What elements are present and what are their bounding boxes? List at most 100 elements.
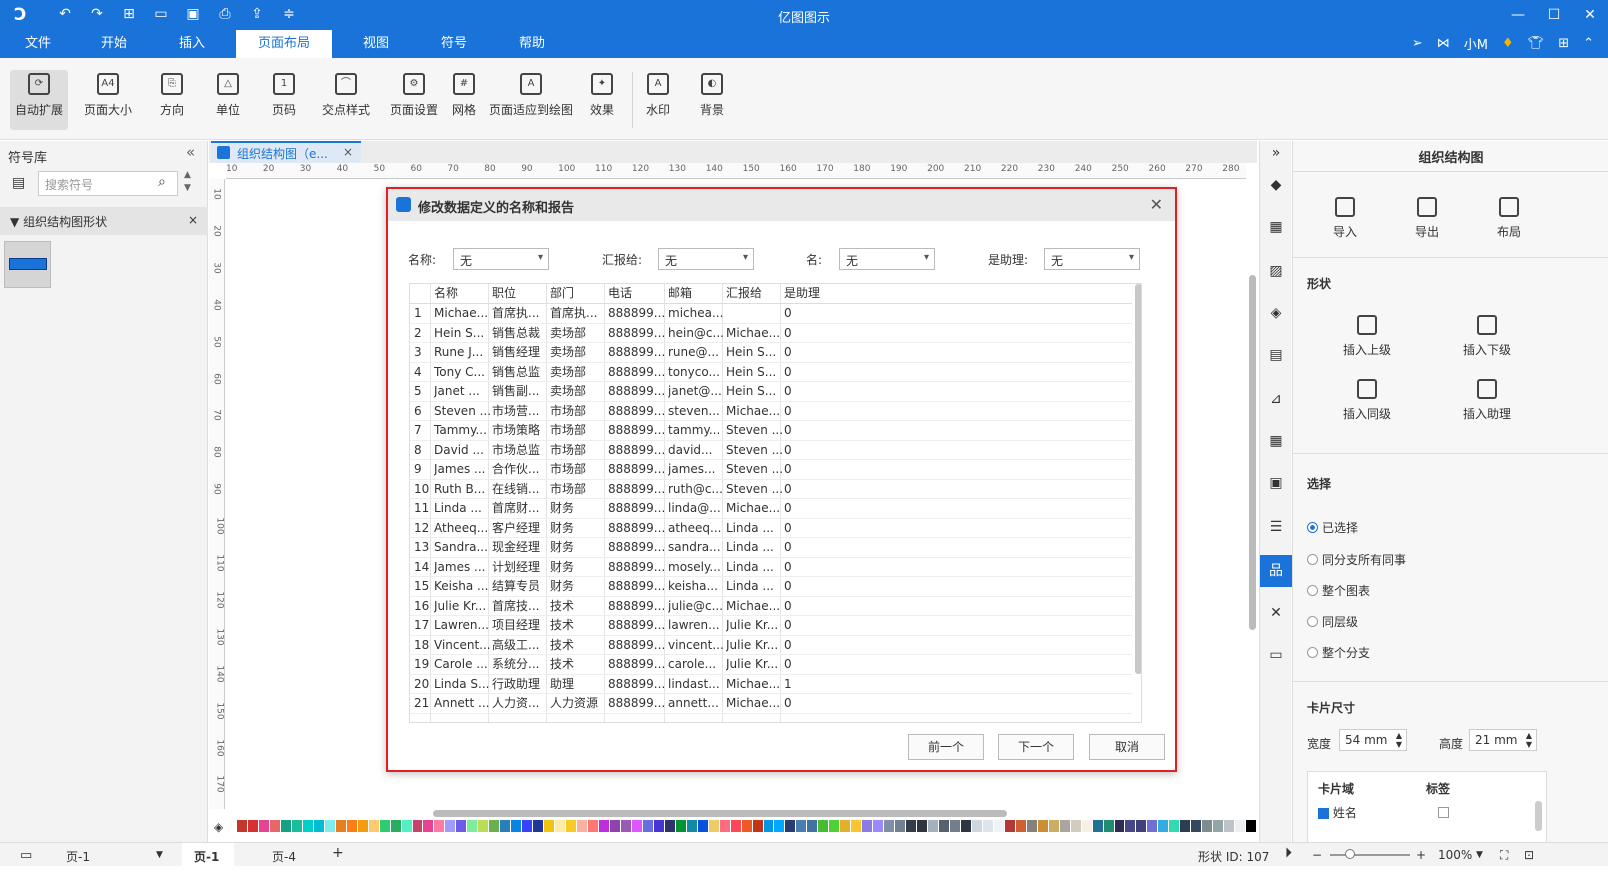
send-icon[interactable]: ➢ [1412,36,1423,51]
table-row[interactable]: 16 Julie Kr... 首席技... 技术 888899... julie@c...… [410,597,1132,616]
table-cell[interactable]: mosely... [668,558,724,577]
export-button[interactable]: 导出 [1387,197,1467,240]
page-view-icon[interactable]: ▭ [20,848,32,863]
table-cell[interactable]: Michae... [726,499,782,518]
column-header[interactable]: 汇报给 [726,284,782,303]
name-select[interactable]: 无 [453,248,549,270]
unit-button[interactable]: △ 单位 [206,70,250,130]
color-swatch[interactable] [884,820,895,832]
color-swatch[interactable] [434,820,445,832]
color-swatch[interactable] [730,820,741,832]
page-size-button[interactable]: A4 页面大小 [78,70,138,130]
zoom-out-icon[interactable]: − [1312,848,1322,862]
table-cell[interactable]: 888899... [608,538,664,557]
collapse-left-icon[interactable]: « [186,143,195,161]
table-cell[interactable]: atheeq... [668,519,724,538]
layout-button[interactable]: 布局 [1469,197,1549,240]
table-cell[interactable]: 888899... [608,382,664,401]
color-swatch[interactable] [939,820,949,832]
color-swatch[interactable] [1004,820,1015,832]
color-swatch[interactable] [598,820,609,832]
color-swatch[interactable] [1213,820,1224,832]
color-swatch[interactable] [741,820,752,832]
scroll-arrows-icon[interactable]: ▲ ▼ [184,169,191,195]
color-swatch[interactable] [1191,820,1202,832]
table-cell[interactable]: 20 [414,675,432,694]
table-row[interactable]: 20 Linda S... 行政助理 助理 888899... lindast... Mic… [410,675,1132,694]
table-row[interactable]: 3 Rune J... 销售经理 卖场部 888899... rune@... Hein S… [410,343,1132,363]
card-field-row[interactable]: 姓名 [1318,804,1357,821]
insert-peer-button[interactable]: 插入同级 [1327,379,1407,422]
table-cell[interactable]: 0 [784,499,824,518]
minimize-icon[interactable]: — [1500,0,1536,30]
table-cell[interactable]: 888899... [608,460,664,479]
table-cell[interactable]: 888899... [608,499,664,518]
table-cell[interactable]: Michae... [726,675,782,694]
color-swatch[interactable] [1169,820,1180,832]
table-cell[interactable]: 在线销... [492,480,548,499]
checkbox-checked[interactable] [1318,808,1329,819]
table-cell[interactable]: 888899... [608,441,664,460]
table-cell[interactable]: Julie Kr... [726,616,782,635]
page-tab-1[interactable]: 页-1 [182,843,234,867]
color-swatch[interactable] [620,820,631,832]
table-cell[interactable]: Michae... [726,324,782,343]
column-header[interactable]: 邮箱 [668,284,724,303]
color-swatch[interactable] [1015,820,1026,832]
table-cell[interactable]: 0 [784,441,824,460]
table-cell[interactable]: linda@... [668,499,724,518]
table-cell[interactable]: 4 [414,363,432,382]
color-swatch[interactable] [237,820,247,832]
table-cell[interactable]: 销售总监 [492,363,548,382]
color-swatch[interactable] [555,820,566,832]
table-cell[interactable]: 技术 [550,597,606,616]
color-swatch[interactable] [368,820,379,832]
table-row[interactable]: 9 James ... 合作伙... 市场部 888899... james... Stev… [410,460,1132,480]
image-icon[interactable]: ▨ [1266,263,1286,283]
table-cell[interactable]: 888899... [608,675,664,694]
grid-view-icon[interactable]: ▦ [1266,219,1286,239]
table-cell[interactable]: Hein S... [726,363,782,382]
color-swatch[interactable] [829,820,840,832]
table-cell[interactable]: lawren... [668,616,724,635]
library-section[interactable]: ▼ 组织结构图形状 × [0,207,208,235]
table-cell[interactable]: 系统分... [492,655,548,674]
color-swatch[interactable] [851,820,862,832]
color-swatch[interactable] [313,820,324,832]
color-swatch[interactable] [357,820,368,832]
table-cell[interactable]: 0 [784,538,824,557]
color-swatch[interactable] [280,820,291,832]
table-cell[interactable]: Steven ... [726,480,782,499]
table-cell[interactable]: 项目经理 [492,616,548,635]
column-header[interactable]: 是助理 [784,284,824,303]
color-swatch[interactable] [631,820,642,832]
chart-icon[interactable]: ⊿ [1266,391,1286,411]
table-cell[interactable]: sandra... [668,538,724,557]
table-cell[interactable]: 财务 [550,558,606,577]
table-cell[interactable]: rune@... [668,343,724,362]
library-menu-icon[interactable]: ▤ [12,175,25,191]
table-cell[interactable]: 0 [784,480,824,499]
table-cell[interactable]: Julie Kr... [726,655,782,674]
table-cell[interactable]: Hein S... [726,382,782,401]
table-cell[interactable]: 市场部 [550,441,606,460]
color-swatch[interactable] [697,820,708,832]
menu-page-layout[interactable]: 页面布局 [236,30,332,58]
table-cell[interactable]: 卖场部 [550,324,606,343]
table-cell[interactable]: tammy... [668,421,724,440]
table-cell[interactable]: Michae... [726,402,782,421]
collapse-ribbon-icon[interactable]: ⌃ [1583,36,1594,51]
table-row[interactable]: 7 Tammy... 市场策略 市场部 888899... tammy... Steven … [410,421,1132,441]
table-cell[interactable]: 首席财... [492,499,548,518]
table-cell[interactable]: 0 [784,460,824,479]
table-cell[interactable]: 高级工... [492,636,548,655]
table-cell[interactable]: James ... [434,460,490,479]
close-section-icon[interactable]: × [188,213,198,227]
table-row[interactable]: 4 Tony C... 销售总监 卖场部 888899... tonyco... Hein … [410,363,1132,382]
table-cell[interactable]: 财务 [550,577,606,596]
table-cell[interactable]: 888899... [608,480,664,499]
color-swatch[interactable] [445,820,456,832]
page-tab-4[interactable]: 页-4 [272,848,296,865]
color-swatch[interactable] [500,820,511,832]
table-cell[interactable]: 市场部 [550,421,606,440]
